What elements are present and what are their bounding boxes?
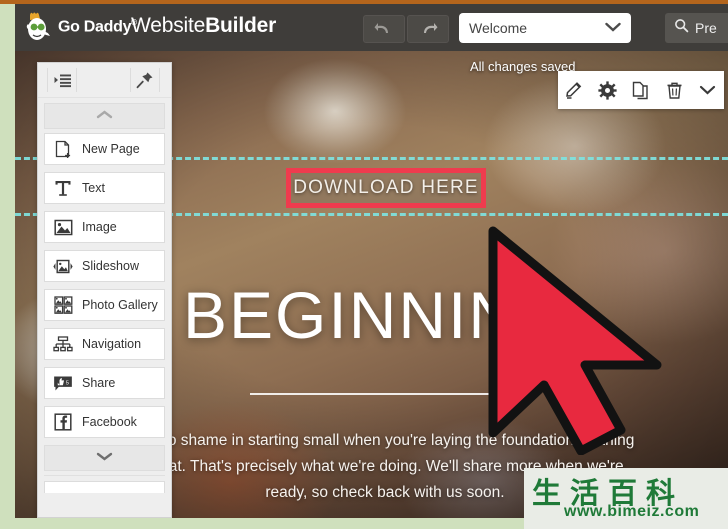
panel-scroll-down-button[interactable] <box>44 445 165 471</box>
godaddy-mascot-icon <box>23 10 53 44</box>
preview-button[interactable]: Pre <box>665 13 728 43</box>
download-here-button[interactable]: DOWNLOAD HERE <box>286 168 486 208</box>
panel-item-photo-gallery[interactable]: Photo Gallery <box>44 289 165 321</box>
redo-button[interactable] <box>407 15 449 43</box>
more-chevron-down-icon[interactable] <box>694 77 720 103</box>
svg-text:5: 5 <box>66 380 69 386</box>
panel-item-label: New Page <box>82 142 140 156</box>
app-title-light: Website <box>131 14 206 37</box>
panel-item-image[interactable]: Image <box>44 211 165 243</box>
text-icon <box>53 178 73 198</box>
site-canvas[interactable]: All changes saved DOWNLOAD HERE BEGINNIN… <box>15 51 728 518</box>
facebook-icon <box>53 412 73 432</box>
panel-item-text[interactable]: Text <box>44 172 165 204</box>
duplicate-icon[interactable] <box>628 77 654 103</box>
panel-item-label: Text <box>82 181 105 195</box>
chevron-down-icon <box>95 449 114 467</box>
page-selector-dropdown[interactable]: Welcome <box>459 13 631 43</box>
panel-item-label: Photo Gallery <box>82 298 158 312</box>
hero-divider <box>250 393 530 395</box>
panel-item-navigation[interactable]: Navigation <box>44 328 165 360</box>
edit-pencil-icon[interactable] <box>562 77 588 103</box>
panel-item-partial[interactable] <box>44 481 165 493</box>
godaddy-wordmark: Go Daddy® <box>58 17 137 36</box>
photo-gallery-icon <box>53 295 73 315</box>
share-icon: 5 <box>53 373 73 393</box>
app-title-bold: Builder <box>205 14 277 37</box>
panel-item-slideshow[interactable]: Slideshow <box>44 250 165 282</box>
panel-item-label: Share <box>82 376 116 390</box>
navigation-icon <box>53 334 73 354</box>
collapse-list-icon[interactable] <box>47 68 77 92</box>
panel-item-share[interactable]: 5 Share <box>44 367 165 399</box>
panel-item-new-page[interactable]: New Page <box>44 133 165 165</box>
chevron-up-icon <box>95 107 114 125</box>
element-toolbar[interactable] <box>558 71 724 109</box>
chevron-down-icon <box>605 19 621 37</box>
redo-arrow-icon <box>418 21 438 37</box>
panel-scroll-up-button[interactable] <box>44 103 165 129</box>
undo-button[interactable] <box>363 15 405 43</box>
new-page-icon <box>53 139 73 159</box>
watermark: 生活百科 www.bimeiz.com <box>524 468 728 529</box>
panel-item-label: Facebook <box>82 415 137 429</box>
website-builder-window: Go Daddy® WebsiteBuilder Welcome Pre All… <box>15 4 728 518</box>
download-here-label: DOWNLOAD HERE <box>293 177 479 198</box>
delete-trash-icon[interactable] <box>661 77 687 103</box>
panel-divider <box>44 475 165 476</box>
screenshot-root: Go Daddy® WebsiteBuilder Welcome Pre All… <box>0 0 728 529</box>
preview-button-label: Pre <box>695 20 717 36</box>
search-icon <box>674 18 689 38</box>
watermark-url: www.bimeiz.com <box>564 503 700 520</box>
panel-toolbar <box>38 63 171 98</box>
app-header: Go Daddy® WebsiteBuilder Welcome Pre <box>15 4 728 51</box>
godaddy-logo[interactable]: Go Daddy® <box>23 10 137 44</box>
panel-item-label: Navigation <box>82 337 142 351</box>
slideshow-icon <box>53 256 73 276</box>
panel-item-label: Slideshow <box>82 259 139 273</box>
panel-item-label: Image <box>82 220 117 234</box>
undo-arrow-icon <box>374 21 394 37</box>
app-title: WebsiteBuilder <box>131 14 276 38</box>
hero-headline[interactable]: BEGINNING <box>183 277 571 353</box>
pushpin-icon[interactable] <box>130 68 160 92</box>
panel-item-list: New Page Text Image Slideshow Photo Gall… <box>38 133 171 438</box>
editor-panel[interactable]: New Page Text Image Slideshow Photo Gall… <box>37 62 172 518</box>
image-icon <box>53 217 73 237</box>
panel-item-facebook[interactable]: Facebook <box>44 406 165 438</box>
page-selector-value: Welcome <box>469 20 528 36</box>
settings-gear-icon[interactable] <box>595 77 621 103</box>
